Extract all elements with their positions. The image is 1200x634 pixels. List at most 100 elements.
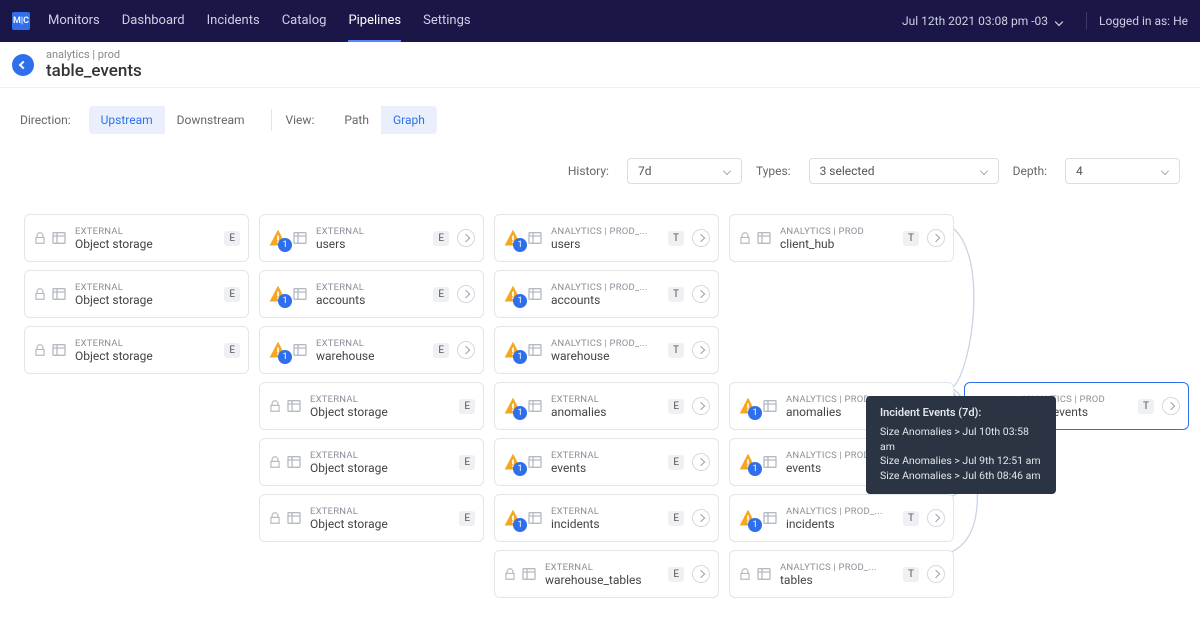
table-icon [51,230,67,246]
expand-button[interactable] [692,453,710,471]
lineage-node[interactable]: EXTERNALObject storageE [24,326,249,374]
table-icon [521,566,537,582]
card-title: warehouse [551,349,660,363]
card-title: accounts [316,293,425,307]
back-button[interactable] [12,54,34,76]
table-icon [756,230,772,246]
type-chip: E [668,511,684,526]
type-chip: E [433,287,449,302]
card-title: Object storage [310,461,451,475]
table-icon [286,454,302,470]
alert-icon: 1 [503,228,523,248]
lock-icon [268,455,282,469]
table-icon [756,566,772,582]
expand-button[interactable] [457,285,475,303]
expand-button[interactable] [692,509,710,527]
expand-button[interactable] [457,341,475,359]
card-supertitle: ANALYTICS | PROD [780,226,895,237]
divider [1086,12,1087,30]
card-supertitle: EXTERNAL [75,338,216,349]
nav-item-settings[interactable]: Settings [423,1,470,42]
card-title: incidents [551,517,660,531]
lineage-node[interactable]: EXTERNALObject storageE [24,214,249,262]
incident-tooltip: Incident Events (7d): Size Anomalies > J… [866,396,1056,494]
lineage-node[interactable]: 1EXTERNALwarehouseE [259,326,484,374]
lock-icon [268,399,282,413]
chevron-right-icon [697,290,705,298]
types-select[interactable]: 3 selected [809,158,999,184]
lineage-node[interactable]: 1ANALYTICS | PROD_...warehouseT [494,326,719,374]
nav-item-catalog[interactable]: Catalog [282,1,327,42]
nav-item-pipelines[interactable]: Pipelines [348,1,401,42]
type-chip: E [433,231,449,246]
lineage-node[interactable]: ANALYTICS | PRODclient_hubT [729,214,954,262]
expand-button[interactable] [927,509,945,527]
table-icon [51,342,67,358]
expand-button[interactable] [692,285,710,303]
card-title: anomalies [551,405,660,419]
card-title: Object storage [75,293,216,307]
card-title: Object storage [75,237,216,251]
lineage-node[interactable]: 1ANALYTICS | PROD_...accountsT [494,270,719,318]
nav-item-monitors[interactable]: Monitors [48,1,100,42]
direction-toggle: Upstream Downstream [89,106,257,134]
alert-icon: 1 [503,452,523,472]
chevron-down-icon [1055,18,1063,26]
card-title: users [316,237,425,251]
type-chip: E [668,399,684,414]
card-supertitle: ANALYTICS | PROD_... [786,506,895,517]
expand-button[interactable] [692,397,710,415]
expand-button[interactable] [692,341,710,359]
expand-button[interactable] [457,229,475,247]
alert-icon: 1 [268,228,288,248]
lineage-node[interactable]: EXTERNALObject storageE [24,270,249,318]
chevron-right-icon [932,234,940,242]
type-chip: T [903,511,919,526]
nav-item-dashboard[interactable]: Dashboard [122,1,185,42]
table-icon [527,342,543,358]
lineage-node[interactable]: 1EXTERNALincidentsE [494,494,719,542]
tooltip-line: Size Anomalies > Jul 10th 03:58 am [880,425,1042,454]
path-button[interactable]: Path [332,106,381,134]
history-label: History: [568,164,609,178]
chevron-down-icon [980,167,988,175]
controls-bar: Direction: Upstream Downstream View: Pat… [0,88,1200,148]
lineage-node[interactable]: 1EXTERNALaccountsE [259,270,484,318]
lineage-node[interactable]: 1EXTERNALeventsE [494,438,719,486]
lineage-node[interactable]: 1EXTERNALanomaliesE [494,382,719,430]
expand-button[interactable] [927,565,945,583]
depth-select[interactable]: 4 [1065,158,1180,184]
nav-timestamp[interactable]: Jul 12th 2021 03:08 pm -03 [902,14,1064,28]
history-select[interactable]: 7d [627,158,742,184]
lock-icon [33,343,47,357]
table-icon [292,342,308,358]
lineage-node[interactable]: ANALYTICS | PROD_...tablesT [729,550,954,598]
view-label: View: [286,113,315,127]
card-supertitle: EXTERNAL [551,506,660,517]
lineage-node[interactable]: EXTERNALObject storageE [259,494,484,542]
type-chip: E [459,511,475,526]
table-icon [527,398,543,414]
expand-button[interactable] [692,565,710,583]
alert-icon: 1 [268,284,288,304]
expand-button[interactable] [1162,397,1180,415]
chevron-right-icon [462,346,470,354]
lock-icon [738,231,752,245]
lineage-node[interactable]: EXTERNALObject storageE [259,438,484,486]
expand-button[interactable] [692,229,710,247]
upstream-button[interactable]: Upstream [89,106,165,134]
card-title: users [551,237,660,251]
lineage-node[interactable]: 1ANALYTICS | PROD_...incidentsT [729,494,954,542]
lineage-node[interactable]: 1EXTERNALusersE [259,214,484,262]
card-supertitle: EXTERNAL [310,450,451,461]
nav-item-incidents[interactable]: Incidents [207,1,260,42]
downstream-button[interactable]: Downstream [165,106,257,134]
lineage-node[interactable]: EXTERNALObject storageE [259,382,484,430]
graph-button[interactable]: Graph [381,106,437,134]
lineage-node[interactable]: 1ANALYTICS | PROD_...usersT [494,214,719,262]
lineage-node[interactable]: EXTERNALwarehouse_tablesE [494,550,719,598]
table-icon [292,230,308,246]
expand-button[interactable] [927,229,945,247]
lineage-board[interactable]: EXTERNALObject storageEEXTERNALObject st… [0,196,1200,634]
tooltip-line: Size Anomalies > Jul 6th 08:46 am [880,469,1042,484]
